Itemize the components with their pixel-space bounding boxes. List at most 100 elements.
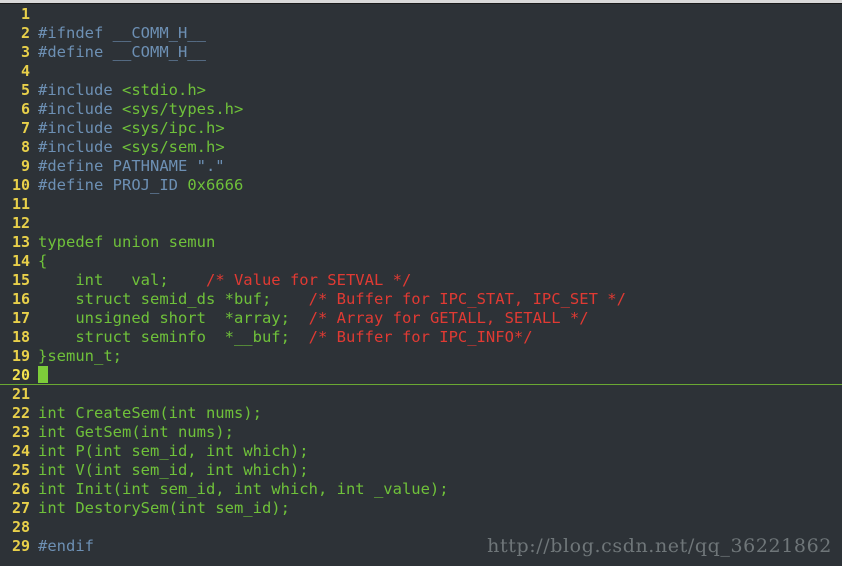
- code-token: int V(int sem_id, int which);: [38, 461, 309, 479]
- line-number: 4: [20, 62, 30, 80]
- code-line-text[interactable]: int Init(int sem_id, int which, int _val…: [38, 480, 449, 499]
- line-number: 7: [20, 119, 30, 137]
- code-line[interactable]: 26 int Init(int sem_id, int which, int _v…: [0, 480, 842, 499]
- line-number: 17: [11, 309, 30, 327]
- watermark-url: http://blog.csdn.net/qq_36221862: [487, 535, 832, 557]
- code-token: <stdio.h>: [122, 81, 206, 99]
- line-number: 13: [11, 233, 30, 251]
- code-line[interactable]: 2 #ifndef __COMM_H__: [0, 24, 842, 43]
- code-token: <sys/ipc.h>: [122, 119, 225, 137]
- line-number: 5: [20, 81, 30, 99]
- code-token: #define PROJ_ID: [38, 176, 188, 194]
- code-token: int Init(int sem_id, int which, int _val…: [38, 480, 449, 498]
- code-line[interactable]: 27 int DestorySem(int sem_id);: [0, 499, 842, 518]
- code-line-text[interactable]: #include <stdio.h>: [38, 81, 206, 100]
- code-line-text[interactable]: struct semid_ds *buf; /* Buffer for IPC_…: [38, 290, 626, 309]
- code-token: #ifndef __COMM_H__: [38, 24, 206, 42]
- code-token: #include: [38, 119, 122, 137]
- code-line[interactable]: 9 #define PATHNAME ".": [0, 157, 842, 176]
- code-line[interactable]: 22 int CreateSem(int nums);: [0, 404, 842, 423]
- code-line-text[interactable]: int V(int sem_id, int which);: [38, 461, 309, 480]
- line-number: 26: [11, 480, 30, 498]
- code-line[interactable]: 17 unsigned short *array; /* Array for G…: [0, 309, 842, 328]
- code-token: #define __COMM_H__: [38, 43, 206, 61]
- line-number: 1: [20, 5, 30, 23]
- code-line-text[interactable]: unsigned short *array; /* Array for GETA…: [38, 309, 589, 328]
- code-token: typedef union semun: [38, 233, 216, 251]
- code-line-text[interactable]: #include <sys/sem.h>: [38, 138, 225, 157]
- code-line[interactable]: 25 int V(int sem_id, int which);: [0, 461, 842, 480]
- code-line-text[interactable]: struct seminfo *__buf; /* Buffer for IPC…: [38, 328, 532, 347]
- code-line-text[interactable]: }semun_t;: [38, 347, 122, 366]
- line-number: 23: [11, 423, 30, 441]
- code-line-text[interactable]: [38, 366, 48, 385]
- code-line-text[interactable]: typedef union semun: [38, 233, 215, 252]
- code-line-text[interactable]: #endif: [38, 537, 94, 556]
- code-line[interactable]: 16 struct semid_ds *buf; /* Buffer for I…: [0, 290, 842, 309]
- editor-window: 1 2 #ifndef __COMM_H__ 3 #define __COMM_H__ 4…: [0, 0, 842, 566]
- code-token: int CreateSem(int nums);: [38, 404, 262, 422]
- code-line-text[interactable]: #include <sys/ipc.h>: [38, 119, 225, 138]
- line-number: 12: [11, 214, 30, 232]
- code-line[interactable]: 14 {: [0, 252, 842, 271]
- code-line[interactable]: 15 int val; /* Value for SETVAL */: [0, 271, 842, 290]
- code-line[interactable]: 3 #define __COMM_H__: [0, 43, 842, 62]
- code-line[interactable]: 23 int GetSem(int nums);: [0, 423, 842, 442]
- window-titlebar: [0, 0, 842, 4]
- line-number: 18: [11, 328, 30, 346]
- code-line-text[interactable]: #ifndef __COMM_H__: [38, 24, 206, 43]
- code-token: /* Array for GETALL, SETALL */: [308, 309, 589, 327]
- code-line-text[interactable]: int CreateSem(int nums);: [38, 404, 262, 423]
- code-line[interactable]: 10 #define PROJ_ID 0x6666: [0, 176, 842, 195]
- line-number: 15: [11, 271, 30, 289]
- code-line[interactable]: 7 #include <sys/ipc.h>: [0, 119, 842, 138]
- code-line-text[interactable]: #define PROJ_ID 0x6666: [38, 176, 243, 195]
- line-number: 16: [11, 290, 30, 308]
- code-line[interactable]: 18 struct seminfo *__buf; /* Buffer for …: [0, 328, 842, 347]
- line-number: 8: [20, 138, 30, 156]
- code-line[interactable]: 20: [0, 366, 842, 385]
- line-number: 28: [11, 518, 30, 536]
- code-token: #include: [38, 138, 122, 156]
- code-line[interactable]: 12: [0, 214, 842, 233]
- code-line[interactable]: 8 #include <sys/sem.h>: [0, 138, 842, 157]
- code-token: int val;: [38, 271, 206, 289]
- code-line-text[interactable]: int P(int sem_id, int which);: [38, 442, 309, 461]
- code-editor-pane[interactable]: 1 2 #ifndef __COMM_H__ 3 #define __COMM_H__ 4…: [0, 5, 842, 566]
- code-line[interactable]: 19 }semun_t;: [0, 347, 842, 366]
- code-line[interactable]: 13 typedef union semun: [0, 233, 842, 252]
- code-lines-container[interactable]: 1 2 #ifndef __COMM_H__ 3 #define __COMM_H__ 4…: [0, 5, 842, 556]
- code-line-text[interactable]: {: [38, 252, 47, 271]
- text-cursor: [38, 366, 48, 383]
- code-token: int P(int sem_id, int which);: [38, 442, 309, 460]
- code-token: int DestorySem(int sem_id);: [38, 499, 290, 517]
- code-line[interactable]: 24 int P(int sem_id, int which);: [0, 442, 842, 461]
- code-line-text[interactable]: #define __COMM_H__: [38, 43, 206, 62]
- code-token: #endif: [38, 537, 94, 555]
- code-line-text[interactable]: #define PATHNAME ".": [38, 157, 225, 176]
- line-number: 10: [11, 176, 30, 194]
- code-token: 0x6666: [187, 176, 244, 194]
- code-line[interactable]: 5 #include <stdio.h>: [0, 81, 842, 100]
- line-number: 27: [11, 499, 30, 517]
- line-number: 21: [11, 385, 30, 403]
- code-line-text[interactable]: int DestorySem(int sem_id);: [38, 499, 290, 518]
- line-number: 6: [20, 100, 30, 118]
- code-token: struct semid_ds *buf;: [38, 290, 309, 308]
- code-line-text[interactable]: int GetSem(int nums);: [38, 423, 234, 442]
- line-number: 19: [11, 347, 30, 365]
- code-line[interactable]: 11: [0, 195, 842, 214]
- code-token: #define PATHNAME ".": [38, 157, 225, 175]
- code-line[interactable]: 6 #include <sys/types.h>: [0, 100, 842, 119]
- code-line[interactable]: 1: [0, 5, 842, 24]
- line-number: 25: [11, 461, 30, 479]
- code-token: <sys/types.h>: [122, 100, 244, 118]
- code-line[interactable]: 21: [0, 385, 842, 404]
- code-line-text[interactable]: int val; /* Value for SETVAL */: [38, 271, 411, 290]
- line-number: 3: [20, 43, 30, 61]
- code-token: struct seminfo *__buf;: [38, 328, 309, 346]
- code-token: #include: [38, 81, 122, 99]
- code-token: #include: [38, 100, 122, 118]
- code-line[interactable]: 4: [0, 62, 842, 81]
- code-line-text[interactable]: #include <sys/types.h>: [38, 100, 243, 119]
